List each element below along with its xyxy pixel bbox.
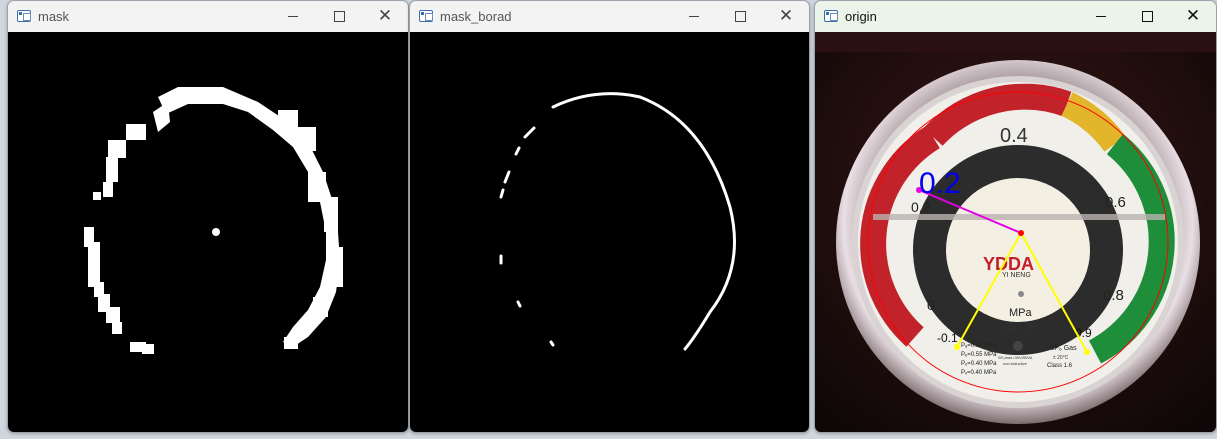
gauge-brand-sub: YI NENG: [1002, 272, 1031, 279]
gauge-spec-1: Pₑ=0.55 MPa: [961, 352, 997, 358]
mask-window[interactable]: mask ✕: [7, 0, 409, 433]
range-point-min: [954, 344, 960, 350]
maximize-button[interactable]: [717, 1, 763, 31]
mask-image: [8, 32, 408, 432]
scale-label-0: 0: [927, 297, 935, 313]
maximize-button[interactable]: [1124, 1, 1170, 31]
window-app-icon: [419, 10, 433, 22]
close-button[interactable]: ✕: [763, 1, 809, 31]
close-button[interactable]: ✕: [1170, 1, 1216, 31]
minimize-button[interactable]: [671, 1, 717, 31]
window-app-icon: [17, 10, 31, 22]
gauge-gas: SF₆ Gas: [1050, 345, 1077, 352]
mask-titlebar[interactable]: mask ✕: [8, 1, 408, 31]
gauge-center-point: [1018, 230, 1024, 236]
window-title: origin: [845, 8, 877, 24]
window-title: mask: [38, 8, 70, 24]
reading-label: 0.2: [919, 167, 961, 200]
gauge-spec-3: Pₓ=0.40 MPa: [961, 370, 997, 376]
scale-label-0.2: 0.2: [911, 199, 931, 215]
range-point-max: [1084, 349, 1090, 355]
mask-borad-titlebar[interactable]: mask_borad ✕: [410, 1, 809, 31]
window-app-icon: [824, 10, 838, 22]
gauge-temp: ± 20°C: [1053, 355, 1069, 361]
mask-borad-window[interactable]: mask_borad ✕: [409, 0, 810, 433]
minimize-button[interactable]: [1078, 1, 1124, 31]
window-title: mask_borad: [440, 8, 512, 24]
gauge-umax: Umax = 250V: [1002, 326, 1039, 332]
mask-borad-image: [410, 32, 809, 432]
gauge-unit: MPa: [1009, 307, 1033, 319]
origin-window[interactable]: origin ✕ 0.4 0.6 0.8 0.9 0.2 0 -0.1 YDDA…: [814, 0, 1217, 433]
gauge-screw: [1013, 341, 1023, 351]
gauge-spec-2: Pₒ=0.40 MPa: [961, 361, 997, 367]
origin-image: 0.4 0.6 0.8 0.9 0.2 0 -0.1 YDDA YI NENG …: [815, 32, 1216, 432]
gauge-spec-mid: SF₆max=30V/50VA: [998, 355, 1033, 360]
gauge-logo-dot: [1018, 291, 1024, 297]
origin-titlebar[interactable]: origin ✕: [815, 1, 1216, 31]
close-button[interactable]: ✕: [362, 1, 408, 31]
maximize-button[interactable]: [316, 1, 362, 31]
scale-label-0.4: 0.4: [1000, 125, 1028, 147]
gauge-spec-mid2: non-inductive: [1003, 361, 1028, 366]
scale-label-0.6: 0.6: [1105, 194, 1126, 211]
scale-label-0.8: 0.8: [1103, 287, 1124, 304]
gauge-spec-0: Pₐ=0.50 MPa: [961, 343, 997, 349]
minimize-button[interactable]: [270, 1, 316, 31]
scale-label-minus-0.1: -0.1: [937, 331, 958, 345]
gauge-photo: 0.4 0.6 0.8 0.9 0.2 0 -0.1 YDDA YI NENG …: [815, 32, 1216, 432]
gauge-class: Class 1.6: [1047, 363, 1073, 369]
